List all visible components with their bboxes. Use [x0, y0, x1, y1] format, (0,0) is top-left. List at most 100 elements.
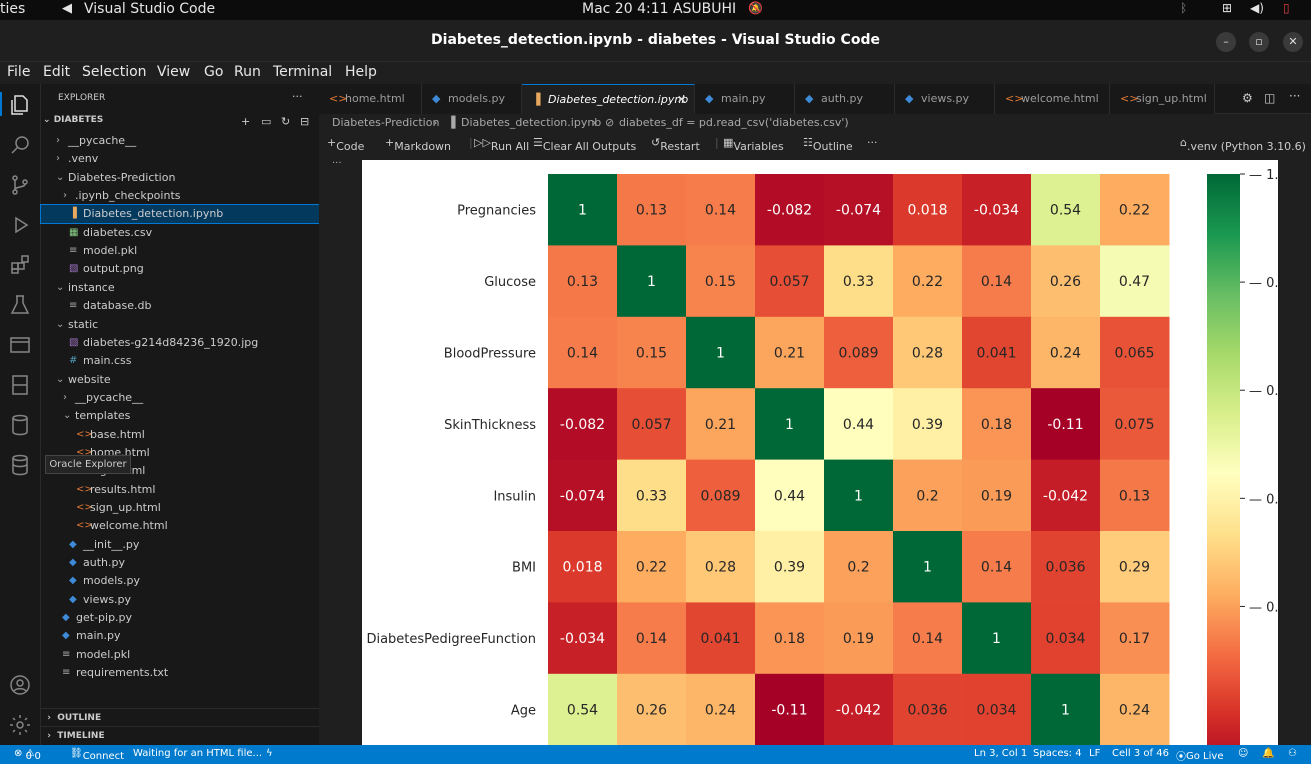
heatmap-cell-label: 0.28	[912, 346, 943, 362]
heatmap-cell-label: 0.041	[700, 631, 740, 647]
heatmap-cell-label: 1	[578, 203, 587, 219]
heatmap-row-label: DiabetesPedigreeFunction	[366, 632, 536, 647]
heatmap-cell-label: 0.44	[774, 488, 805, 504]
heatmap-row-label: Glucose	[484, 275, 536, 290]
heatmap-row-label: Pregnancies	[457, 204, 536, 219]
heatmap-cell-label: 0.44	[843, 417, 874, 433]
correlation-heatmap: 1 0.13 0.14 -0.082 -0.074 0.018 -0.034 0.54 0.22…	[366, 168, 1287, 745]
cursor-position[interactable]: Ln 3, Col 1	[974, 748, 1027, 759]
heatmap-cell-label: 0.15	[705, 274, 736, 290]
heatmap-cell-label: 1	[716, 346, 725, 362]
heatmap-cell-label: 0.14	[567, 346, 598, 362]
heatmap-cell-label: 0.065	[1114, 346, 1154, 362]
heatmap-cell-label: 0.24	[1050, 346, 1081, 362]
heatmap-cell-label: 1	[992, 631, 1001, 647]
heatmap-cell-label: 0.19	[981, 488, 1012, 504]
heatmap-cell-label: 0.036	[907, 703, 947, 719]
heatmap-cell-label: 0.22	[636, 560, 667, 576]
go-live-label: Go Live	[1186, 751, 1224, 762]
heatmap-cell-label: 0.14	[981, 274, 1012, 290]
heatmap-cell-label: -0.042	[836, 703, 881, 719]
heatmap-cell-label: 0.13	[567, 274, 598, 290]
connect-label: Connect	[82, 751, 125, 762]
heatmap-cell-label: 0.33	[843, 274, 874, 290]
heatmap-cell-label: 0.22	[912, 274, 943, 290]
heatmap-cell-label: 0.041	[976, 346, 1016, 362]
heatmap-cell-label: 0.26	[1050, 274, 1081, 290]
lightning-icon[interactable]: ϟ	[266, 748, 273, 759]
notifications-bell-icon[interactable]: 🔔	[1262, 748, 1274, 759]
heatmap-cell-label: 0.14	[912, 631, 943, 647]
heatmap-cell-label: 0.057	[769, 274, 809, 290]
heatmap-cell-label: 0.22	[1119, 203, 1150, 219]
heatmap-cell-label: 0.28	[705, 560, 736, 576]
heatmap-cell-label: -0.042	[1043, 488, 1088, 504]
heatmap-cell-label: 0.18	[981, 417, 1012, 433]
heatmap-cell-label: 0.33	[636, 488, 667, 504]
heatmap-cell-label: 0.24	[1119, 703, 1150, 719]
connect-status[interactable]: ⛓ Connect	[70, 748, 124, 762]
heatmap-cell-label: 0.19	[843, 631, 874, 647]
cell-indicator[interactable]: Cell 3 of 46	[1112, 748, 1169, 759]
heatmap-cell-label: -0.034	[560, 631, 605, 647]
heatmap-cell-label: 0.14	[981, 560, 1012, 576]
heatmap-cell-label: 0.089	[700, 488, 740, 504]
heatmap-cell-label: 0.39	[912, 417, 943, 433]
heatmap-row-label: Insulin	[493, 489, 536, 504]
heatmap-cell-label: 1	[785, 417, 794, 433]
heatmap-cell-label: 0.018	[907, 203, 947, 219]
heatmap-cell-label: 1	[923, 560, 932, 576]
heatmap-cell-label: 0.39	[774, 560, 805, 576]
heatmap-cell-label: 0.075	[1114, 417, 1154, 433]
heatmap-cell-label: 0.21	[705, 417, 736, 433]
colorbar-tick-label: — 1.0	[1249, 168, 1287, 183]
heatmap-cell-label: -0.082	[560, 417, 605, 433]
heatmap-cell-label: 0.14	[636, 631, 667, 647]
heatmap-cell-label: 0.13	[1119, 488, 1150, 504]
colorbar-tick-label: — 0.4	[1249, 492, 1287, 507]
go-live-button[interactable]: ⦿ Go Live	[1176, 748, 1223, 763]
heatmap-cell-label: 0.21	[774, 346, 805, 362]
heatmap-cell-label: 0.057	[631, 417, 671, 433]
heatmap-cell-label: 0.17	[1119, 631, 1150, 647]
heatmap-cell-label: 0.13	[636, 203, 667, 219]
heatmap-cell-label: 1	[854, 488, 863, 504]
heatmap-cell-label: -0.074	[560, 488, 605, 504]
heatmap-cell-label: -0.11	[771, 703, 807, 719]
heatmap-cell-label: 0.54	[1050, 203, 1081, 219]
feedback-icon[interactable]: ☺	[1238, 748, 1248, 759]
problems-indicator[interactable]: ⊗ 0 ⚠ 0	[14, 748, 41, 762]
heatmap-row-label: BMI	[512, 561, 536, 576]
heatmap-row-label: Age	[511, 704, 536, 719]
heatmap-cell-label: 0.2	[916, 488, 938, 504]
live-preview-status[interactable]: Waiting for an HTML file...	[133, 748, 262, 759]
heatmap-cell-label: -0.074	[836, 203, 881, 219]
heatmap-cell-label: 1	[647, 274, 656, 290]
heatmap-cell-label: 0.15	[636, 346, 667, 362]
warning-count: 0	[34, 751, 41, 762]
error-count: 0	[25, 751, 32, 762]
status-bar: ⊗ 0 ⚠ 0 ⛓ Connect Waiting for an HTML fi…	[0, 745, 1311, 764]
colorbar-tick-label: — 0.2	[1249, 600, 1287, 615]
heatmap-cell-label: 0.018	[562, 560, 602, 576]
heatmap-cell-label: 0.26	[636, 703, 667, 719]
heatmap-cell-label: 0.18	[774, 631, 805, 647]
heatmap-cell-label: 0.29	[1119, 560, 1150, 576]
heatmap-cell-label: 0.034	[976, 703, 1016, 719]
indentation[interactable]: Spaces: 4	[1033, 748, 1082, 759]
heatmap-cell-label: -0.11	[1047, 417, 1083, 433]
colorbar	[1207, 174, 1240, 745]
heatmap-cell-label: 1	[1061, 703, 1070, 719]
heatmap-cell-label: 0.54	[567, 703, 598, 719]
copilot-icon[interactable]: ⚇	[1288, 748, 1297, 759]
heatmap-cell-label: 0.036	[1045, 560, 1085, 576]
heatmap-row-label: BloodPressure	[444, 347, 536, 362]
heatmap-cell-label: 0.14	[705, 203, 736, 219]
heatmap-cell-label: 0.089	[838, 346, 878, 362]
heatmap-cell-label: 0.034	[1045, 631, 1085, 647]
heatmap-cell-label: 0.24	[705, 703, 736, 719]
heatmap-cell-label: 0.2	[847, 560, 869, 576]
end-of-line[interactable]: LF	[1089, 748, 1100, 759]
heatmap-row-label: SkinThickness	[444, 418, 536, 433]
heatmap-cell-label: -0.082	[767, 203, 812, 219]
